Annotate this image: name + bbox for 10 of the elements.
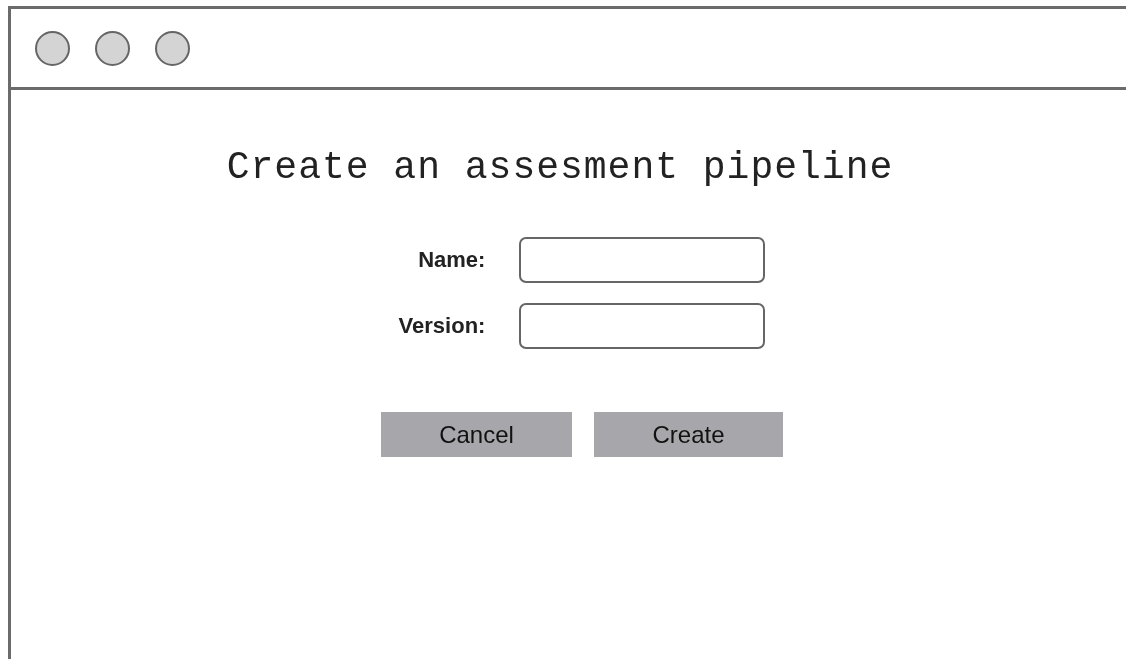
close-icon[interactable] xyxy=(35,30,70,66)
minimize-icon[interactable] xyxy=(95,30,130,66)
input-field[interactable] xyxy=(519,303,766,349)
dialog-title: Create an assesment pipeline xyxy=(226,146,894,189)
cancel-button[interactable]: Cancel xyxy=(381,412,572,457)
field-label: Version: xyxy=(398,313,486,339)
create-button[interactable]: Create xyxy=(594,412,783,457)
maximize-icon[interactable] xyxy=(155,30,190,66)
input-field[interactable] xyxy=(519,237,766,283)
field-label: Name: xyxy=(417,247,486,273)
